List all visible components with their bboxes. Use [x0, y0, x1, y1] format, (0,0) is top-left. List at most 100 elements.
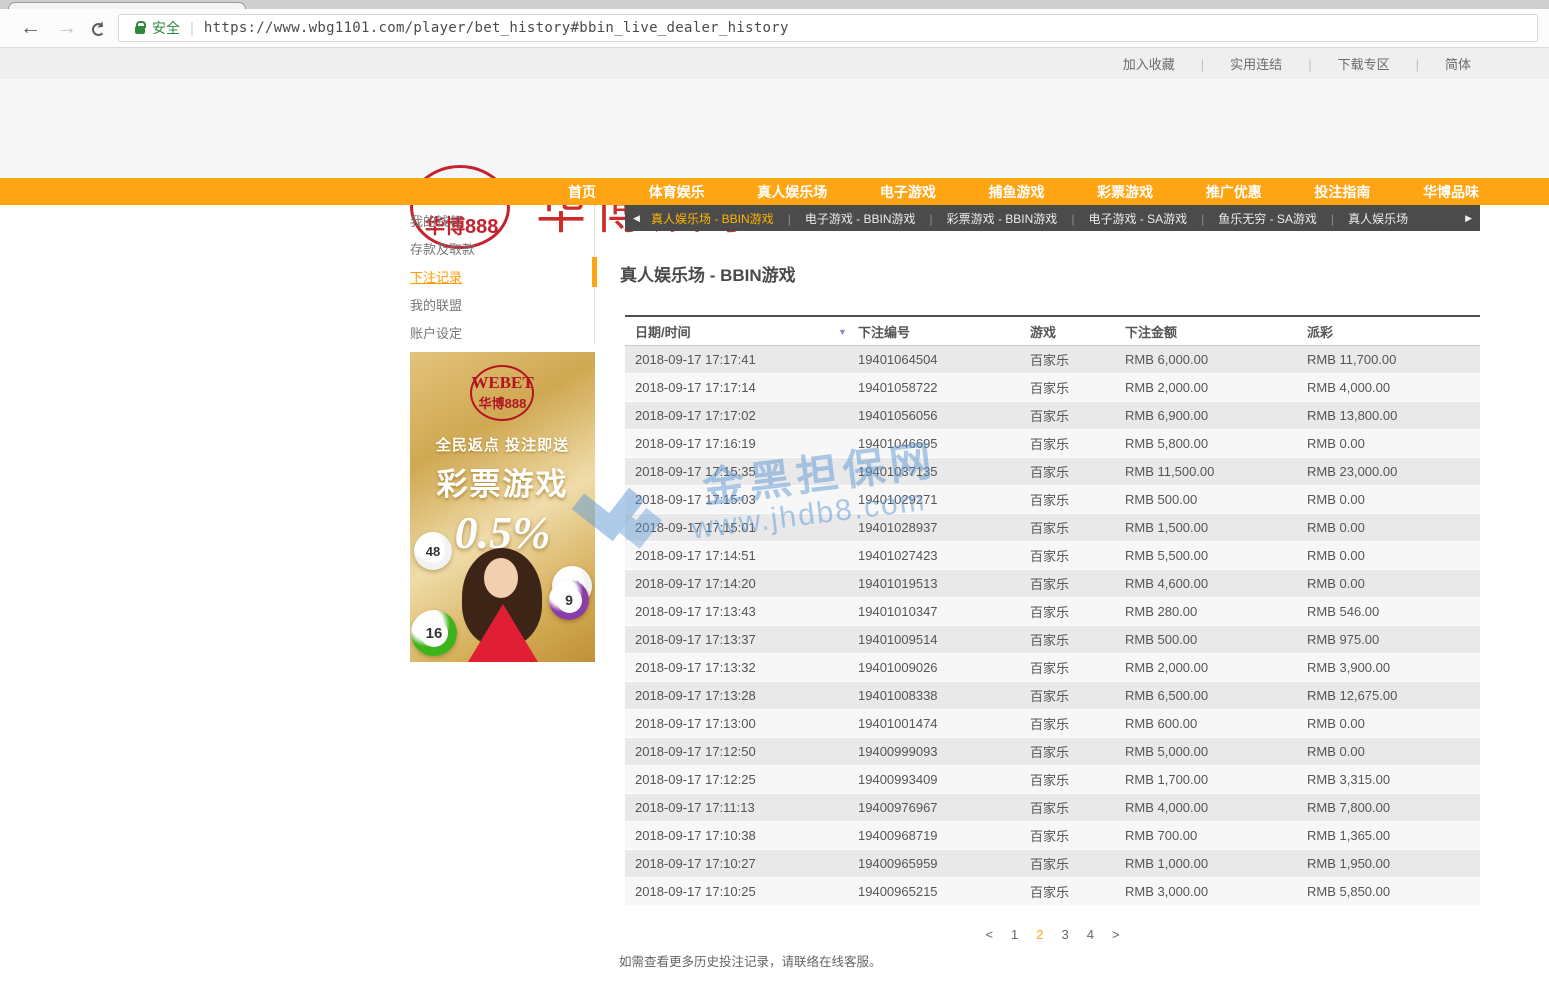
- cell-bet-amount: RMB 6,500.00: [1125, 688, 1307, 703]
- table-row: 2018-09-17 17:11:13 19400976967 百家乐 RMB …: [625, 794, 1480, 822]
- nav-item[interactable]: 体育娱乐: [649, 182, 705, 202]
- banner-model-image: [460, 542, 546, 662]
- cell-game: 百家乐: [1030, 490, 1125, 509]
- nav-item[interactable]: 真人娱乐场: [757, 182, 827, 202]
- utility-link[interactable]: 加入收藏: [1123, 54, 1175, 73]
- cell-datetime: 2018-09-17 17:17:41: [625, 352, 858, 367]
- sidebar-item: 我的联盟: [410, 292, 595, 320]
- nav-item[interactable]: 电子游戏: [880, 182, 936, 202]
- col-header-game[interactable]: 游戏: [1030, 322, 1125, 341]
- col-header-payout[interactable]: 派彩: [1307, 322, 1480, 341]
- utility-bar: 加入收藏实用连结下载专区简体: [0, 48, 1549, 78]
- cell-payout: RMB 0.00: [1307, 548, 1480, 563]
- main-nav: 首页 体育娱乐 真人娱乐场 电子游戏 捕鱼游戏 彩票游戏 推广优惠 投注指南 华博品味: [0, 178, 1549, 205]
- cell-datetime: 2018-09-17 17:12:25: [625, 772, 858, 787]
- pagination-prev[interactable]: <: [985, 927, 993, 942]
- cell-game: 百家乐: [1030, 882, 1125, 901]
- promo-banner[interactable]: WEBET 华博888 全民返点 投注即送 彩票游戏 0.5% 4834169: [410, 352, 595, 662]
- cell-datetime: 2018-09-17 17:10:25: [625, 884, 858, 899]
- refresh-icon[interactable]: [92, 23, 105, 36]
- cell-game: 百家乐: [1030, 546, 1125, 565]
- sidebar-item-link[interactable]: 我的联盟: [410, 298, 462, 313]
- cell-datetime: 2018-09-17 17:17:02: [625, 408, 858, 423]
- lottery-ball: 48: [414, 532, 452, 570]
- pagination-next[interactable]: >: [1112, 927, 1120, 942]
- security-label: 安全: [152, 18, 180, 38]
- cell-bet-id: 19401008338: [858, 688, 1030, 703]
- history-tab[interactable]: 真人娱乐场: [1317, 210, 1408, 227]
- cell-bet-amount: RMB 4,600.00: [1125, 576, 1307, 591]
- history-tab[interactable]: 电子游戏 - BBIN游戏: [774, 210, 916, 227]
- pagination-page[interactable]: 4: [1087, 927, 1094, 942]
- nav-item[interactable]: 推广优惠: [1206, 182, 1262, 202]
- cell-datetime: 2018-09-17 17:15:35: [625, 464, 858, 479]
- cell-datetime: 2018-09-17 17:16:19: [625, 436, 858, 451]
- cell-payout: RMB 975.00: [1307, 632, 1480, 647]
- utility-link[interactable]: 下载专区: [1282, 54, 1389, 73]
- cell-bet-id: 19401001474: [858, 716, 1030, 731]
- cell-bet-amount: RMB 5,800.00: [1125, 436, 1307, 451]
- history-tab[interactable]: 鱼乐无穷 - SA游戏: [1187, 210, 1317, 227]
- utility-link[interactable]: 简体: [1390, 54, 1471, 73]
- col-header-bet-amount[interactable]: 下注金额: [1125, 322, 1307, 341]
- cell-payout: RMB 23,000.00: [1307, 464, 1480, 479]
- cell-bet-amount: RMB 5,500.00: [1125, 548, 1307, 563]
- banner-line1: 全民返点 投注即送: [410, 434, 595, 455]
- table-row: 2018-09-17 17:14:20 19401019513 百家乐 RMB …: [625, 570, 1480, 598]
- table-row: 2018-09-17 17:17:41 19401064504 百家乐 RMB …: [625, 346, 1480, 374]
- pagination-page[interactable]: 2: [1036, 927, 1043, 942]
- sidebar-item-link[interactable]: 存款及取款: [410, 242, 475, 257]
- nav-item[interactable]: 捕鱼游戏: [989, 182, 1045, 202]
- page-title: 真人娱乐场 - BBIN游戏: [620, 261, 796, 286]
- cell-bet-amount: RMB 6,900.00: [1125, 408, 1307, 423]
- cell-bet-id: 19401058722: [858, 380, 1030, 395]
- lock-icon[interactable]: [135, 23, 145, 34]
- cell-bet-amount: RMB 6,000.00: [1125, 352, 1307, 367]
- sidebar-item-link[interactable]: 下注记录: [410, 270, 462, 285]
- table-row: 2018-09-17 17:17:14 19401058722 百家乐 RMB …: [625, 374, 1480, 402]
- utility-link[interactable]: 实用连结: [1175, 54, 1282, 73]
- history-tab[interactable]: 电子游戏 - SA游戏: [1057, 210, 1187, 227]
- cell-bet-id: 19401009026: [858, 660, 1030, 675]
- cell-payout: RMB 12,675.00: [1307, 688, 1480, 703]
- cell-bet-id: 19401010347: [858, 604, 1030, 619]
- sidebar-active-indicator: [592, 257, 597, 287]
- cell-bet-id: 19401046695: [858, 436, 1030, 451]
- browser-tab[interactable]: [8, 2, 246, 9]
- nav-item[interactable]: 首页: [568, 182, 596, 202]
- cell-bet-amount: RMB 500.00: [1125, 632, 1307, 647]
- cell-bet-amount: RMB 1,700.00: [1125, 772, 1307, 787]
- back-icon[interactable]: ←: [20, 16, 41, 40]
- cell-payout: RMB 0.00: [1307, 436, 1480, 451]
- pagination-page[interactable]: 3: [1062, 927, 1069, 942]
- tab-scroll-left-icon[interactable]: ◀: [633, 205, 640, 231]
- history-tab-bar: ◀ 真人娱乐场 - BBIN游戏电子游戏 - BBIN游戏彩票游戏 - BBIN…: [625, 205, 1480, 231]
- history-tabs: 真人娱乐场 - BBIN游戏电子游戏 - BBIN游戏彩票游戏 - BBIN游戏…: [651, 205, 1458, 231]
- pagination-page[interactable]: 1: [1011, 927, 1018, 942]
- cell-bet-id: 19401009514: [858, 632, 1030, 647]
- screen: ← → 安全 | https://www.wbg1101.com/player/…: [0, 0, 1549, 987]
- sidebar-item: 账户设定: [410, 320, 595, 348]
- cell-game: 百家乐: [1030, 686, 1125, 705]
- cell-bet-amount: RMB 4,000.00: [1125, 800, 1307, 815]
- sidebar-item-link[interactable]: 我的钱包: [410, 214, 462, 229]
- col-header-datetime[interactable]: 日期/时间: [625, 322, 858, 341]
- col-header-bet-id[interactable]: 下注编号: [858, 322, 1030, 341]
- cell-game: 百家乐: [1030, 826, 1125, 845]
- history-tab[interactable]: 真人娱乐场 - BBIN游戏: [651, 210, 774, 227]
- cell-payout: RMB 0.00: [1307, 716, 1480, 731]
- cell-datetime: 2018-09-17 17:13:28: [625, 688, 858, 703]
- url-bar[interactable]: 安全 | https://www.wbg1101.com/player/bet_…: [118, 14, 1538, 42]
- history-tab[interactable]: 彩票游戏 - BBIN游戏: [916, 210, 1058, 227]
- forward-icon[interactable]: →: [56, 16, 77, 40]
- cell-datetime: 2018-09-17 17:11:13: [625, 800, 858, 815]
- cell-game: 百家乐: [1030, 854, 1125, 873]
- nav-item[interactable]: 投注指南: [1314, 182, 1370, 202]
- table-row: 2018-09-17 17:16:19 19401046695 百家乐 RMB …: [625, 430, 1480, 458]
- sort-desc-icon[interactable]: ▼: [838, 327, 847, 337]
- nav-item[interactable]: 华博品味: [1423, 182, 1479, 202]
- sidebar-item-link[interactable]: 账户设定: [410, 326, 462, 341]
- nav-item[interactable]: 彩票游戏: [1097, 182, 1153, 202]
- cell-payout: RMB 11,700.00: [1307, 352, 1480, 367]
- tab-scroll-right-icon[interactable]: ▶: [1465, 205, 1472, 231]
